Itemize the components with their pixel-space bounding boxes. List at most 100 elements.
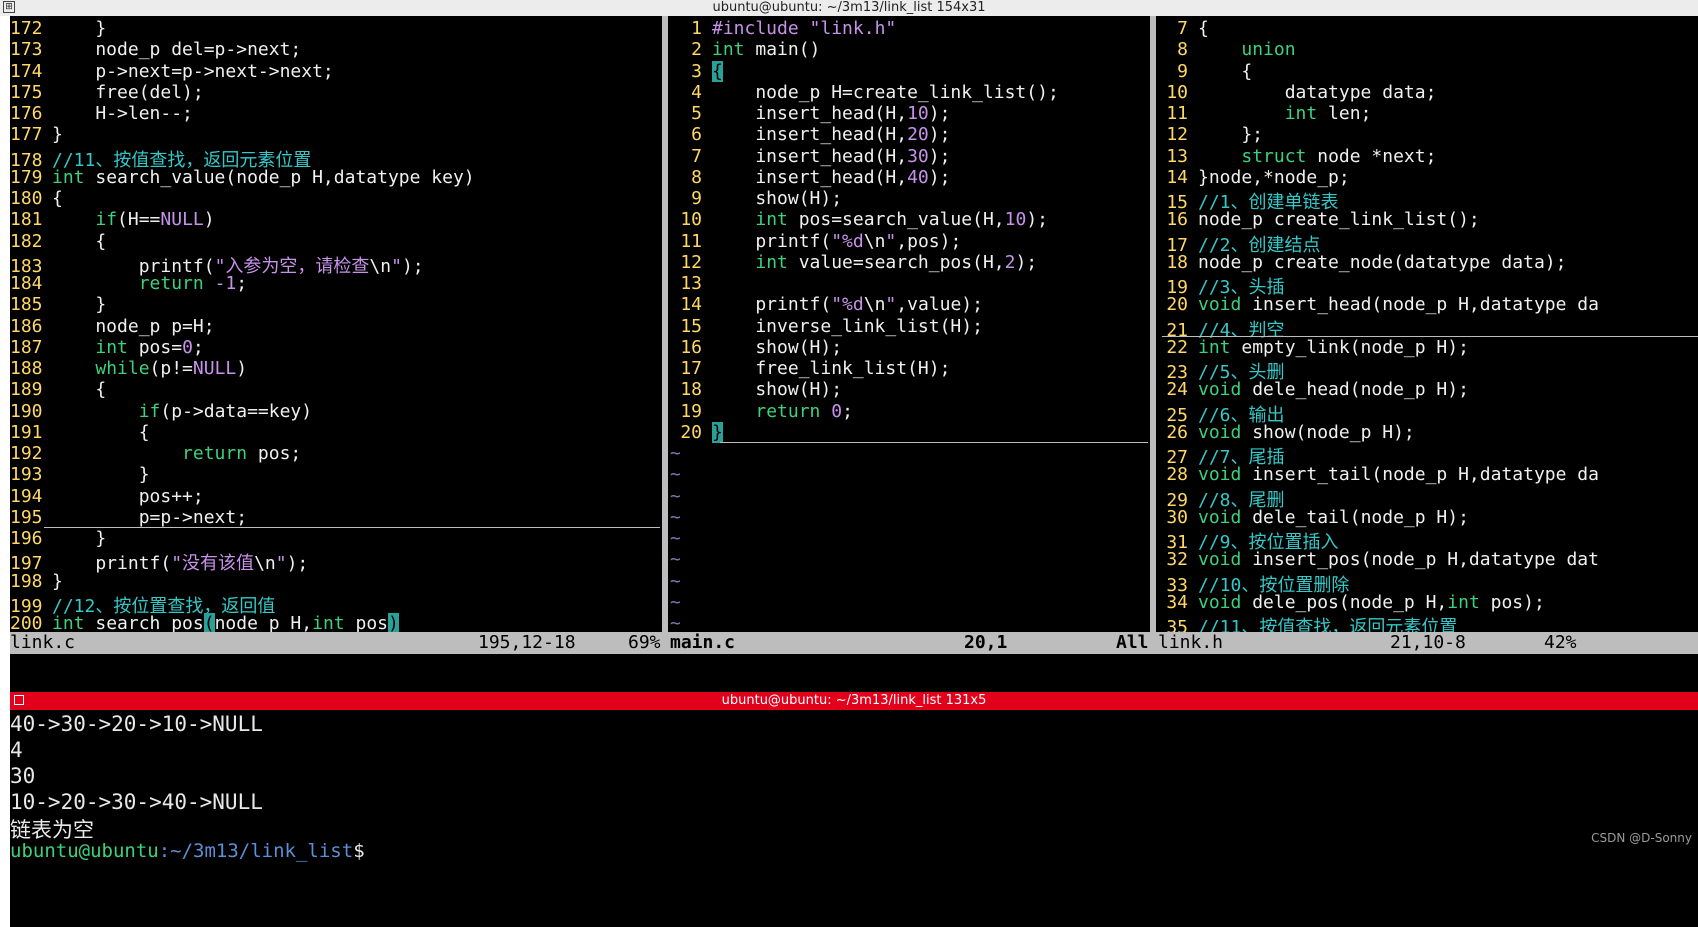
code-line[interactable]: 3{ — [670, 60, 723, 82]
line-number: 8 — [691, 166, 702, 188]
code-line[interactable]: 177} — [10, 124, 63, 145]
code-line[interactable]: 193 } — [10, 464, 150, 485]
code-line[interactable]: 190 if(p->data==key) — [10, 401, 312, 422]
code-token: ); — [286, 553, 309, 575]
code-line[interactable]: 7{ — [1158, 18, 1209, 39]
shell-terminal[interactable]: 40->30->20->10->NULL 4 30 10->20->30->40… — [10, 710, 1698, 927]
code-line[interactable]: 5 insert_head(H,10); — [670, 103, 950, 124]
code-line[interactable]: 173 node_p del=p->next; — [10, 39, 301, 60]
code-line[interactable]: 11 int len; — [1158, 103, 1371, 124]
code-token: return — [755, 400, 821, 422]
code-line[interactable]: 6 insert_head(H,20); — [670, 124, 950, 145]
code-line[interactable]: 13 struct node *next; — [1158, 146, 1436, 167]
code-token: int — [52, 166, 85, 188]
window-menu-icon[interactable] — [14, 695, 24, 705]
code-line[interactable]: 14}node,*node_p; — [1158, 167, 1349, 188]
code-line[interactable]: 186 node_p p=H; — [10, 316, 215, 337]
code-line[interactable]: 200 int search_pos(node_p H,int pos) — [10, 613, 399, 632]
code-line[interactable]: 15 inverse_link_list(H); — [670, 316, 983, 337]
code-line[interactable]: 17 free_link_list(H); — [670, 358, 950, 379]
code-line[interactable]: 14 printf("%d\n",value); — [670, 294, 983, 315]
code-line[interactable]: 8 insert_head(H,40); — [670, 167, 950, 188]
code-line[interactable]: 195 p=p->next; — [10, 507, 247, 528]
line-number: 190 — [10, 400, 43, 422]
code-line[interactable]: 7 insert_head(H,30); — [670, 146, 950, 167]
code-token: { — [1198, 18, 1209, 39]
code-line[interactable]: 20 void insert_head(node_p H,datatype da — [1158, 294, 1599, 315]
code-line[interactable]: 174 p->next=p->next->next; — [10, 61, 334, 82]
code-line[interactable]: 11 printf("%d\n",pos); — [670, 231, 961, 252]
code-line[interactable]: 28 void insert_tail(node_p H,datatype da — [1158, 464, 1599, 485]
line-number: 4 — [691, 81, 702, 103]
code-line[interactable]: 189 { — [10, 379, 106, 400]
line-number: 16 — [1166, 209, 1188, 231]
code-line[interactable]: 176 H->len--; — [10, 103, 193, 124]
editor-pane-main-c[interactable]: 1 #include "link.h" 2 int main() 3{4 node_p … — [670, 16, 1148, 632]
code-line[interactable]: 13 — [670, 273, 712, 294]
code-token: void — [1198, 464, 1242, 486]
code-line[interactable]: 9 { — [1158, 61, 1252, 82]
code-line[interactable]: 19 return 0; — [670, 401, 853, 422]
vertical-split-divider[interactable] — [1150, 16, 1156, 654]
empty-line-tilde: ~ — [670, 570, 681, 592]
line-number: 30 — [1166, 506, 1188, 528]
code-line[interactable]: 2 int main() — [670, 39, 820, 60]
code-line[interactable]: 12 int value=search_pos(H,2); — [670, 252, 1037, 273]
code-line[interactable]: 16 show(H); — [670, 337, 842, 358]
output-line: 30 — [10, 764, 36, 788]
code-line[interactable]: 18 show(H); — [670, 379, 842, 400]
editor-pane-link-h[interactable]: 7{8 union 9 {10 datatype data; 11 int len;… — [1158, 16, 1698, 632]
vertical-split-divider[interactable] — [662, 16, 668, 654]
shell-prompt[interactable]: ubuntu@ubuntu:~/3m13/link_list$ — [10, 840, 365, 862]
line-number: 12 — [680, 251, 702, 273]
code-line[interactable]: 188 while(p!=NULL) — [10, 358, 247, 379]
line-number: 185 — [10, 294, 43, 316]
code-token: H->len--; — [52, 103, 193, 124]
window-menu-icon[interactable]: ⊞ — [3, 1, 15, 13]
code-line[interactable]: 18 node_p create_node(datatype data); — [1158, 252, 1566, 273]
cursorline-rule — [1162, 335, 1698, 337]
code-token: "link.h" — [809, 18, 897, 39]
code-token: node_p p=H; — [52, 315, 215, 337]
code-line[interactable]: 191 { — [10, 422, 150, 443]
code-line[interactable]: 179 int search_value(node_p H,datatype ke… — [10, 167, 475, 188]
code-line[interactable]: 196 } — [10, 528, 106, 549]
code-line[interactable]: 35 //11、按值查找，返回元素位置 — [1158, 613, 1457, 632]
status-percent: 42% — [1544, 632, 1577, 653]
code-line[interactable]: 4 node_p H=create_link_list(); — [670, 82, 1059, 103]
code-line[interactable]: 9 show(H); — [670, 188, 842, 209]
status-cursor-position: 195,12-18 — [478, 632, 576, 653]
prompt-user: ubuntu@ubuntu — [10, 840, 159, 862]
code-line[interactable]: 24 void dele_head(node_p H); — [1158, 379, 1469, 400]
code-line[interactable]: 30 void dele_tail(node_p H); — [1158, 507, 1469, 528]
code-line[interactable]: 182 { — [10, 231, 106, 252]
code-line[interactable]: 10 datatype data; — [1158, 82, 1436, 103]
code-line[interactable]: 175 free(del); — [10, 82, 204, 103]
code-line[interactable]: 172 } — [10, 18, 106, 39]
code-line[interactable]: 180 { — [10, 188, 63, 209]
code-line[interactable]: 16 node_p create_link_list(); — [1158, 209, 1479, 231]
code-line[interactable]: 185 } — [10, 294, 106, 315]
code-line[interactable]: 12 }; — [1158, 124, 1263, 145]
code-line[interactable]: 1 #include "link.h" — [670, 18, 896, 39]
editor-pane-link-c[interactable]: 172 } 173 node_p del=p->next; 174 p->next=… — [10, 16, 660, 632]
vim-terminal[interactable]: 172 } 173 node_p del=p->next; 174 p->next=… — [10, 16, 1698, 654]
code-line[interactable]: 26 void show(node_p H); — [1158, 422, 1414, 443]
code-line[interactable]: 20} — [670, 421, 723, 443]
line-number: 13 — [680, 273, 702, 294]
code-line[interactable]: 198} — [10, 571, 63, 592]
code-token: } — [52, 294, 107, 316]
code-line[interactable]: 187 int pos=0; — [10, 337, 204, 358]
code-line[interactable]: 184 return -1; — [10, 273, 247, 294]
code-line[interactable]: 192 return pos; — [10, 443, 301, 464]
code-line[interactable]: 10 int pos=search_value(H,10); — [670, 209, 1048, 230]
code-token: empty_link(node_p H); — [1230, 336, 1469, 358]
code-line[interactable]: 181 if(H==NULL) — [10, 209, 215, 230]
code-line[interactable]: 34 void dele_pos(node_p H,int pos); — [1158, 592, 1545, 613]
code-line[interactable]: 194 pos++; — [10, 486, 204, 507]
code-line[interactable]: 32 void insert_pos(node_p H,datatype dat — [1158, 549, 1599, 570]
code-line[interactable]: 22 int empty_link(node_p H); — [1158, 337, 1469, 358]
code-line[interactable]: 8 union — [1158, 39, 1295, 60]
